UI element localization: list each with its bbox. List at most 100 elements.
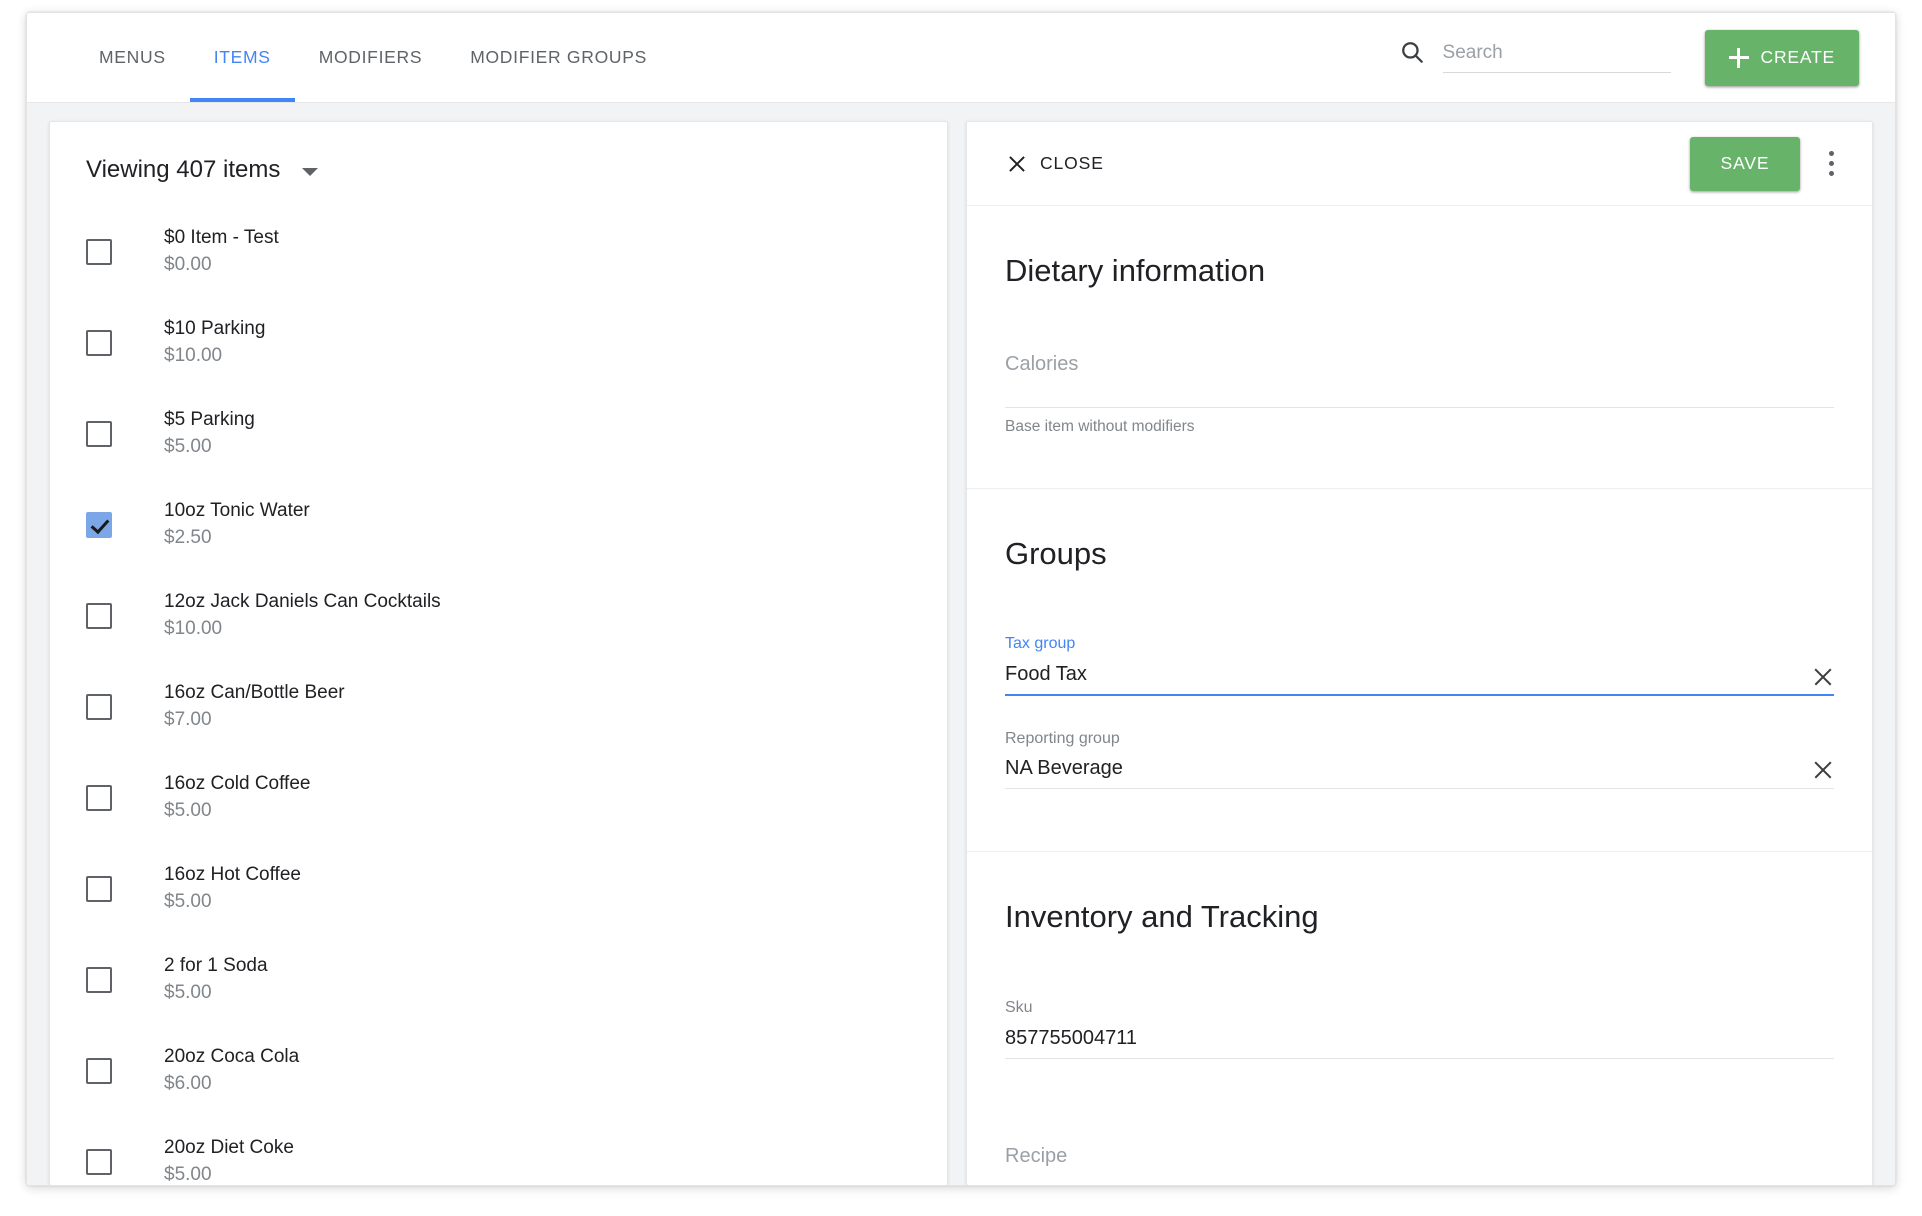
- search-icon[interactable]: [1399, 39, 1425, 65]
- list-item-name: 16oz Cold Coffee: [164, 772, 311, 794]
- detail-header-actions: SAVE: [1690, 136, 1850, 191]
- item-list: $0 Item - Test $0.00 $10 Parking $10.00 $5 P…: [50, 206, 947, 1185]
- list-item-price: $0.00: [164, 253, 212, 275]
- create-button[interactable]: CREATE: [1704, 29, 1859, 86]
- kebab-dot: [1828, 161, 1834, 166]
- list-item-price: $5.00: [164, 1163, 212, 1185]
- help-icon[interactable]: ?: [966, 498, 967, 520]
- list-item-text: 16oz Hot Coffee $5.00: [164, 863, 301, 913]
- list-item[interactable]: 20oz Diet Coke $5.00: [50, 1116, 947, 1185]
- recipe-field-wrap: Recipe: [1005, 1111, 1834, 1185]
- close-icon: [1007, 154, 1027, 174]
- app-window: MENUS ITEMS MODIFIERS MODIFIER GROUPS Se…: [26, 12, 1896, 1186]
- chevron-down-icon: [302, 167, 319, 176]
- list-item[interactable]: $10 Parking $10.00: [50, 297, 947, 388]
- items-list-panel: Viewing 407 items $0 Item - Test $0.00 $10…: [49, 121, 948, 1185]
- list-item[interactable]: $0 Item - Test $0.00: [50, 206, 947, 297]
- list-item[interactable]: 16oz Can/Bottle Beer $7.00: [50, 661, 947, 752]
- list-item-price: $10.00: [164, 344, 223, 366]
- create-button-label: CREATE: [1760, 47, 1835, 67]
- detail-header: CLOSE SAVE: [967, 122, 1872, 206]
- top-navigation-bar: MENUS ITEMS MODIFIERS MODIFIER GROUPS Se…: [27, 13, 1895, 103]
- checkbox-icon[interactable]: [86, 1148, 112, 1175]
- list-item-name: 12oz Jack Daniels Can Cocktails: [164, 590, 441, 612]
- groups-section: ? Groups Tax group Food Tax Reporting gr…: [967, 489, 1872, 853]
- checkbox-icon[interactable]: [86, 693, 112, 720]
- checkbox-icon[interactable]: [86, 420, 112, 447]
- list-item-name: $10 Parking: [164, 317, 266, 339]
- inventory-tracking-section: Inventory and Tracking Sku 857755004711 …: [967, 852, 1872, 1185]
- calories-input[interactable]: [1005, 375, 1834, 408]
- viewing-filter-dropdown[interactable]: Viewing 407 items: [50, 122, 319, 206]
- list-item-price: $5.00: [164, 890, 212, 912]
- tab-modifier-groups-label: MODIFIER GROUPS: [470, 47, 647, 67]
- list-item[interactable]: 16oz Hot Coffee $5.00: [50, 843, 947, 934]
- list-item-text: $0 Item - Test $0.00: [164, 226, 279, 276]
- search-area: [1399, 39, 1671, 77]
- reporting-group-input[interactable]: NA Beverage: [1005, 756, 1834, 790]
- list-item-name: $5 Parking: [164, 408, 255, 430]
- recipe-input[interactable]: [1005, 1167, 1834, 1185]
- tab-items[interactable]: ITEMS: [189, 13, 295, 102]
- list-item[interactable]: 16oz Cold Coffee $5.00: [50, 752, 947, 843]
- list-item-name: 16oz Can/Bottle Beer: [164, 681, 345, 703]
- inventory-tracking-title: Inventory and Tracking: [1005, 899, 1319, 935]
- list-item-text: 20oz Diet Coke $5.00: [164, 1136, 294, 1185]
- reporting-group-clear-icon[interactable]: [1812, 759, 1834, 781]
- dietary-information-title: Dietary information: [1005, 253, 1266, 288]
- checkbox-icon[interactable]: [86, 329, 112, 356]
- checkbox-icon[interactable]: [86, 784, 112, 811]
- list-item-price: $5.00: [164, 435, 212, 457]
- list-item-text: 10oz Tonic Water $2.50: [164, 499, 310, 549]
- kebab-dot: [1828, 151, 1834, 156]
- list-item[interactable]: 20oz Coca Cola $6.00: [50, 1025, 947, 1116]
- sku-field-wrap: Sku 857755004711: [1005, 965, 1834, 1059]
- sku-label: Sku: [1005, 999, 1033, 1017]
- list-item[interactable]: 12oz Jack Daniels Can Cocktails $10.00: [50, 570, 947, 661]
- search-input[interactable]: [1442, 41, 1671, 73]
- groups-title: Groups: [1005, 535, 1107, 571]
- more-options-icon[interactable]: [1812, 140, 1850, 188]
- checkbox-checked-icon[interactable]: [86, 511, 112, 538]
- checkbox-icon[interactable]: [86, 875, 112, 902]
- close-button[interactable]: CLOSE: [1005, 147, 1106, 180]
- list-item-name: 20oz Diet Coke: [164, 1136, 294, 1158]
- checkbox-icon[interactable]: [86, 238, 112, 265]
- reporting-group-field-wrap: Reporting group NA Beverage: [1005, 696, 1834, 790]
- list-item-price: $10.00: [164, 617, 223, 639]
- list-item-name: 16oz Hot Coffee: [164, 863, 301, 885]
- list-item[interactable]: 10oz Tonic Water $2.50: [50, 479, 947, 570]
- list-item-text: 12oz Jack Daniels Can Cocktails $10.00: [164, 590, 441, 640]
- tab-modifier-groups[interactable]: MODIFIER GROUPS: [446, 13, 671, 102]
- calories-hint: Base item without modifiers: [1005, 417, 1195, 435]
- list-item[interactable]: 2 for 1 Soda $5.00: [50, 934, 947, 1025]
- list-item-name: 20oz Coca Cola: [164, 1045, 300, 1067]
- content-area: Viewing 407 items $0 Item - Test $0.00 $10…: [27, 103, 1895, 1185]
- list-item[interactable]: $5 Parking $5.00: [50, 388, 947, 479]
- tab-bar: MENUS ITEMS MODIFIERS MODIFIER GROUPS: [27, 13, 671, 102]
- close-button-label: CLOSE: [1040, 153, 1104, 173]
- tab-menus[interactable]: MENUS: [75, 13, 190, 102]
- tab-modifiers[interactable]: MODIFIERS: [295, 13, 447, 102]
- dietary-information-section: Dietary information Calories Base item w…: [967, 206, 1872, 489]
- tax-group-input[interactable]: Food Tax: [1005, 662, 1834, 696]
- list-item-price: $2.50: [164, 526, 212, 548]
- tab-modifiers-label: MODIFIERS: [318, 47, 423, 67]
- checkbox-icon[interactable]: [86, 966, 112, 993]
- plus-icon: [1728, 47, 1749, 68]
- list-item-name: $0 Item - Test: [164, 226, 279, 248]
- calories-field-wrap: Calories Base item without modifiers: [1005, 319, 1834, 436]
- checkbox-icon[interactable]: [86, 602, 112, 629]
- save-button[interactable]: SAVE: [1690, 136, 1800, 191]
- reporting-group-label: Reporting group: [1005, 729, 1120, 747]
- list-item-name: 10oz Tonic Water: [164, 499, 310, 521]
- list-item-text: 2 for 1 Soda $5.00: [164, 955, 268, 1004]
- sku-input[interactable]: 857755004711: [1005, 1026, 1834, 1059]
- list-item-price: $5.00: [164, 799, 212, 821]
- tax-group-clear-icon[interactable]: [1812, 666, 1834, 688]
- checkbox-icon[interactable]: [86, 1057, 112, 1084]
